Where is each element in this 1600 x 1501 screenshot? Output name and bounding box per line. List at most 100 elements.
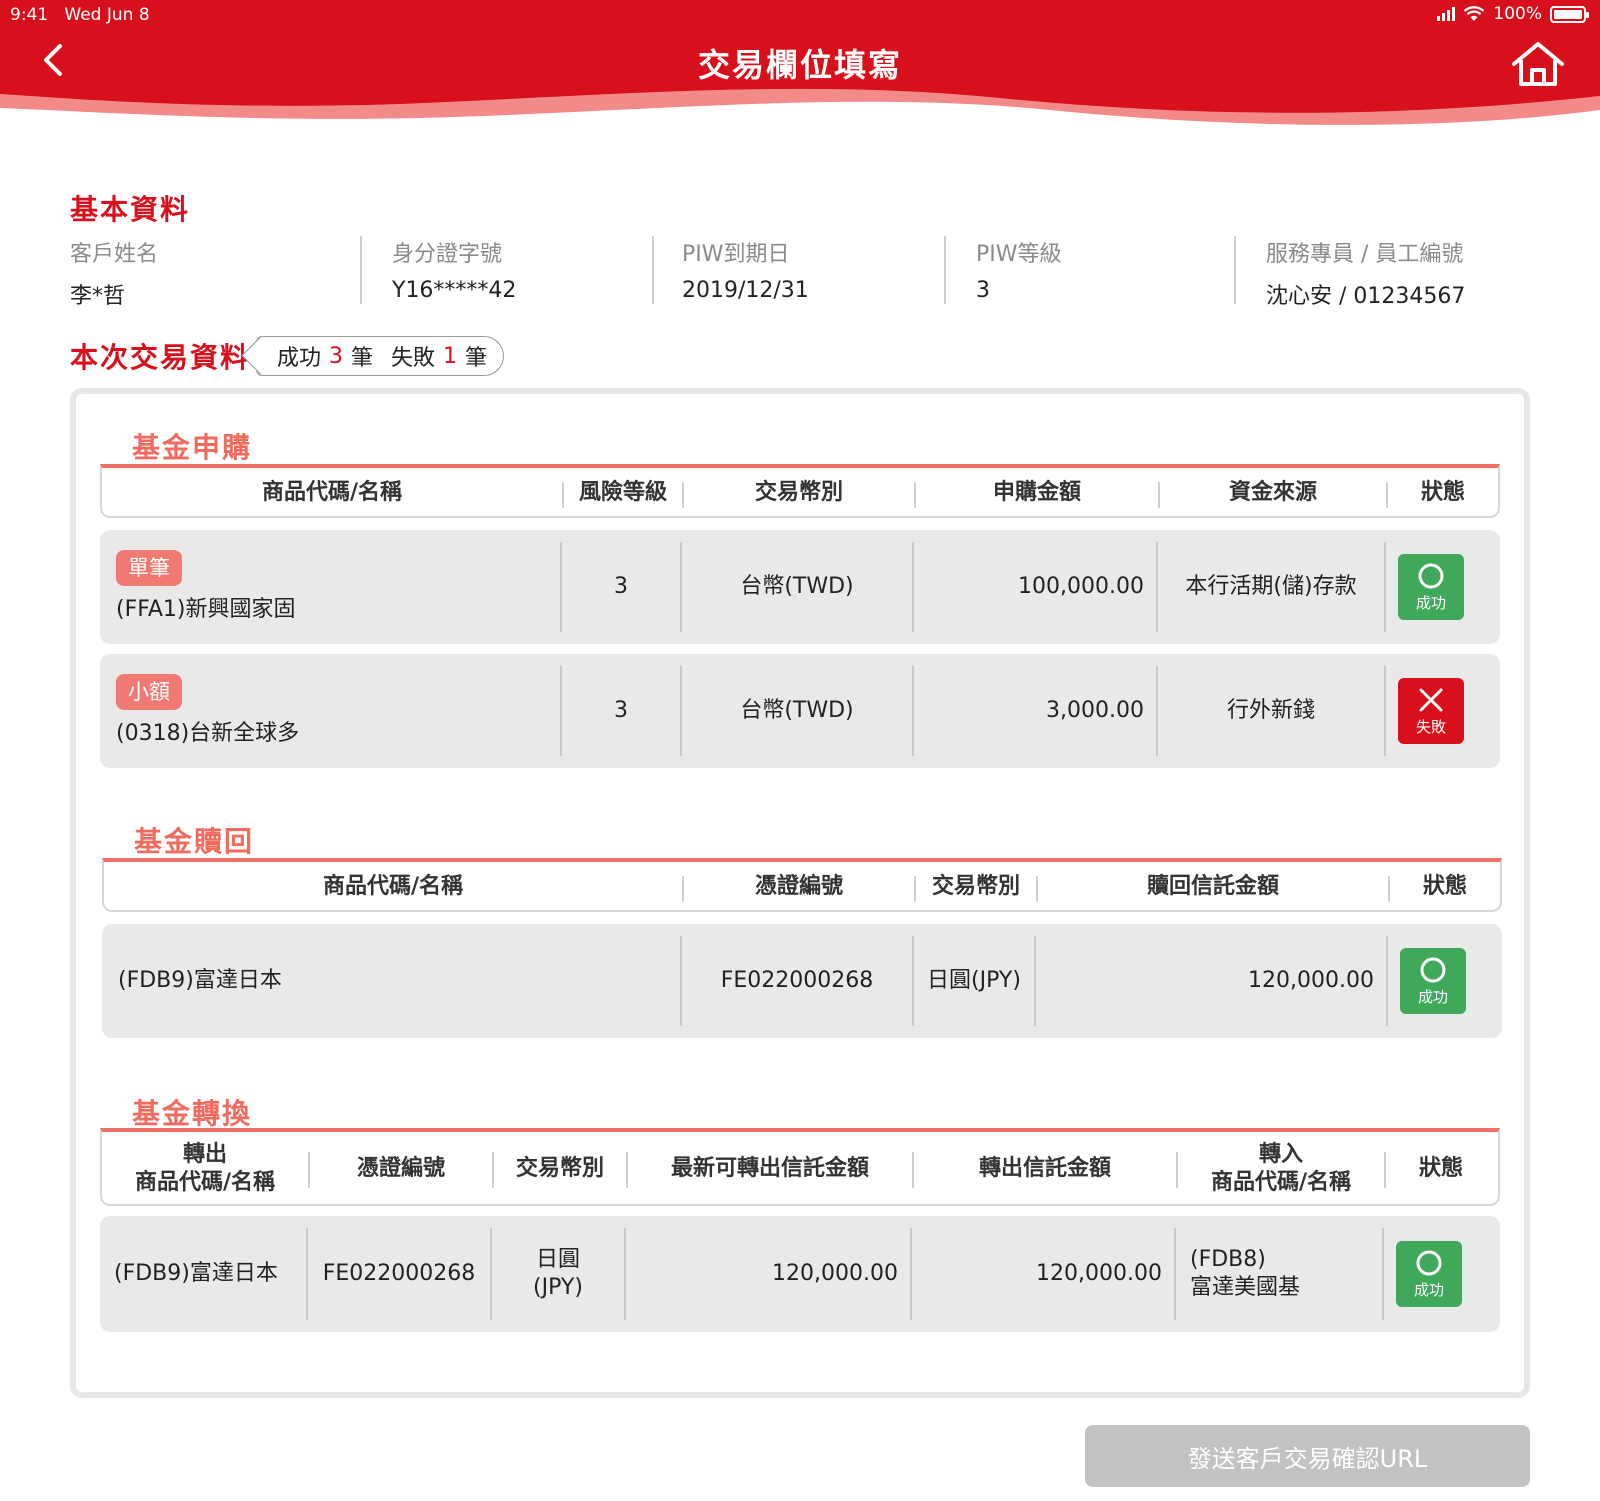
row-divider [1384,666,1386,756]
cell-out-amount: 120,000.00 [1036,1261,1162,1286]
status-fail-button[interactable]: 失敗 [1398,678,1464,744]
col-currency: 交易幣別 [754,480,843,505]
cell-source: 本行活期(儲)存款 [1185,574,1357,599]
cell-currency: 日圓(JPY) [927,968,1021,993]
basic-info-title: 基本資料 [70,193,191,226]
close-icon [1419,688,1443,711]
col-source: 資金來源 [1228,480,1317,505]
redemption-title: 基金贖回 [134,825,255,858]
summary-success-count: 3 [329,343,344,369]
subscription-title: 基金申購 [132,431,253,464]
cell-product: 小額 (0318)台新全球多 [116,654,556,768]
info-piw-level: PIW等級 3 [944,236,1234,306]
col-in-product-line2: 商品代碼/名稱 [1210,1170,1352,1195]
col-amount: 申購金額 [992,480,1081,505]
col-out-product: 轉出 商品代碼/名稱 [102,1132,308,1206]
col-out-product-line1: 轉出 [182,1142,227,1167]
status-success-button[interactable]: 成功 [1396,1241,1462,1307]
status-label: 失敗 [1415,717,1446,736]
col-out-product-line2: 商品代碼/名稱 [134,1170,276,1195]
row-divider [1384,542,1386,632]
info-label: 服務專員 / 員工編號 [1266,242,1464,267]
header-bar: 9:41 Wed Jun 8 100% 交易欄位填寫 [0,0,1600,140]
cell-currency: 日圓 (JPY) [492,1216,624,1332]
info-customer-name: 客戶姓名 李*哲 [70,236,360,309]
order-type-tag: 小額 [116,674,182,710]
col-in-product-line1: 轉入 [1258,1142,1303,1167]
col-currency: 交易幣別 [931,874,1020,899]
info-id-number: 身分證字號 Y16*****42 [360,236,652,306]
time-text: 9:41 [10,5,49,25]
subscription-row: 小額 (0318)台新全球多 3 台幣(TWD) 3,000.00 行外新錢 失… [100,654,1500,768]
row-divider [1382,1228,1384,1320]
currency-line2: (JPY) [533,1275,583,1300]
col-currency: 交易幣別 [515,1156,604,1181]
cell-in-product: (FDB8) 富達美國基 [1190,1216,1380,1332]
cell-currency: 台幣(TWD) [740,574,854,599]
col-risk: 風險等級 [578,480,667,505]
col-status: 狀態 [1420,480,1465,505]
status-label: 成功 [1417,987,1448,1006]
currency-line1: 日圓 [535,1247,580,1272]
cell-certificate: FE022000268 [322,1261,476,1286]
subscription-row: 單筆 (FFA1)新興國家固 3 台幣(TWD) 100,000.00 本行活期… [100,530,1500,644]
status-time: 9:41 Wed Jun 8 [10,5,150,25]
circle-icon [1418,563,1444,588]
order-type-tag: 單筆 [116,550,182,586]
wifi-icon [1464,6,1485,21]
redemption-row: (FDB9)富達日本 FE022000268 日圓(JPY) 120,000.0… [102,924,1502,1038]
product-name: (0318)台新全球多 [116,721,300,746]
status-label: 成功 [1415,593,1446,612]
cell-out-product: (FDB9)富達日本 [114,1261,278,1286]
transaction-card: 基金申購 商品代碼/名稱 風險等級 交易幣別 申購金額 資金來源 狀態 單筆 (… [70,388,1530,1398]
col-certificate: 憑證編號 [356,1156,445,1181]
conversion-table-header: 轉出 商品代碼/名稱 憑證編號 交易幣別 最新可轉出信託金額 轉出信託金額 轉入… [100,1128,1500,1206]
cell-risk: 3 [614,574,628,599]
info-value: 2019/12/31 [682,278,809,303]
col-certificate: 憑證編號 [754,874,843,899]
basic-info-row: 客戶姓名 李*哲 身分證字號 Y16*****42 PIW到期日 2019/12… [70,236,1530,309]
redemption-table-header: 商品代碼/名稱 憑證編號 交易幣別 贖回信託金額 狀態 [102,858,1502,912]
cell-risk: 3 [614,698,628,723]
cell-product: (FDB9)富達日本 [118,968,282,993]
battery-percent: 100% [1493,4,1542,24]
divider [1234,236,1236,304]
transaction-title: 本次交易資料 [70,341,251,374]
signal-icon [1437,7,1456,21]
home-icon[interactable] [1510,40,1566,88]
circle-icon [1416,1250,1442,1275]
conversion-title: 基金轉換 [132,1097,253,1130]
status-success-button[interactable]: 成功 [1400,948,1466,1014]
divider [652,236,654,304]
info-value: Y16*****42 [392,278,517,303]
col-latest-amount: 最新可轉出信託金額 [670,1156,869,1181]
col-out-amount: 轉出信託金額 [978,1156,1111,1181]
summary-unit: 筆 [351,346,374,371]
info-value: 沈心安 / 01234567 [1266,284,1466,309]
status-success-button[interactable]: 成功 [1398,554,1464,620]
summary-fail-count: 1 [443,343,458,369]
status-label: 成功 [1413,1280,1444,1299]
col-in-product: 轉入 商品代碼/名稱 [1178,1132,1384,1206]
col-product: 商品代碼/名稱 [322,874,464,899]
col-status: 狀態 [1418,1156,1463,1181]
page-title: 交易欄位填寫 [697,46,902,84]
cell-source: 行外新錢 [1226,698,1315,723]
info-label: 客戶姓名 [70,242,159,267]
col-product: 商品代碼/名稱 [261,480,403,505]
status-right: 100% [1437,4,1589,24]
info-service-agent: 服務專員 / 員工編號 沈心安 / 01234567 [1234,236,1530,309]
info-value: 李*哲 [70,284,126,309]
send-confirmation-url-button[interactable]: 發送客戶交易確認URL [1085,1425,1530,1487]
cell-amount: 120,000.00 [1248,968,1374,993]
conversion-row: (FDB9)富達日本 FE022000268 日圓 (JPY) 120,000.… [100,1216,1500,1332]
info-label: PIW到期日 [682,242,790,267]
info-label: 身分證字號 [392,242,503,267]
date-text: Wed Jun 8 [64,5,150,25]
product-name: (FFA1)新興國家固 [116,597,296,622]
info-piw-expiry: PIW到期日 2019/12/31 [652,236,944,306]
transaction-summary-pill: 成功 3 筆 失敗 1 筆 [256,336,505,376]
in-product-line1: (FDB8) [1190,1247,1266,1272]
cell-amount: 3,000.00 [1046,698,1144,723]
in-product-line2: 富達美國基 [1190,1275,1301,1300]
